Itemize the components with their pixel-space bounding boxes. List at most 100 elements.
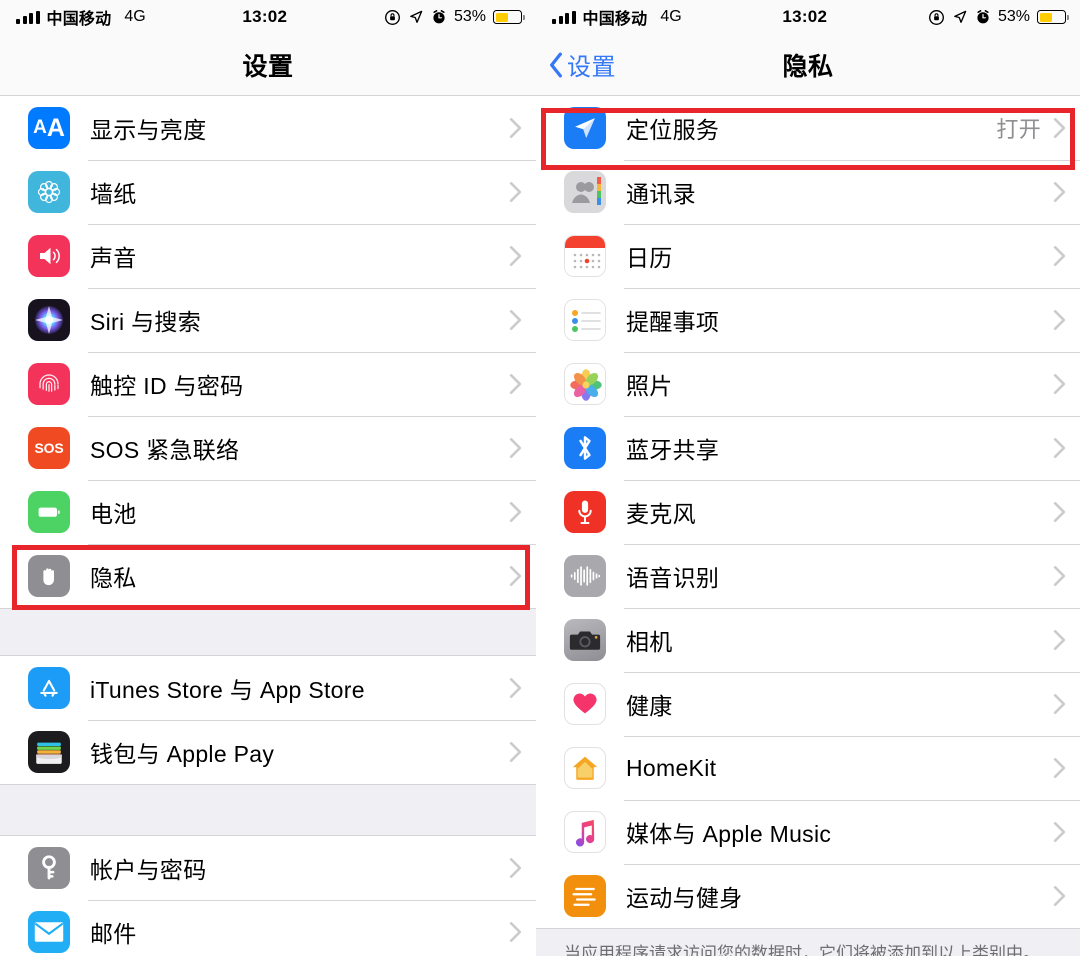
chevron-right-icon: [1053, 886, 1066, 906]
status-bar-left-group: 中国移动 4G: [16, 5, 146, 29]
chevron-right-icon: [1053, 246, 1066, 266]
section-gap: [0, 608, 536, 656]
privacy-row-homekit[interactable]: HomeKit: [536, 736, 1080, 800]
status-bar-right-group: 53%: [928, 8, 1069, 26]
row-label: Siri 与搜索: [90, 309, 202, 335]
location-arrow-icon: [954, 10, 967, 23]
location-arrow-icon: [410, 10, 423, 23]
row-label: SOS 紧急联络: [90, 437, 240, 463]
photos-icon: [564, 363, 606, 405]
chevron-right-icon: [1053, 118, 1066, 138]
row-label: 帐户与密码: [90, 857, 207, 883]
health-icon: [564, 683, 606, 725]
row-label: 显示与亮度: [90, 117, 207, 143]
section-gap: [0, 784, 536, 836]
settings-row-battery[interactable]: 电池: [0, 480, 536, 544]
network-type-label: 4G: [124, 8, 146, 25]
camera-icon: [564, 619, 606, 661]
privacy-row-microphone[interactable]: 麦克风: [536, 480, 1080, 544]
nav-bar-right: 设置 隐私: [536, 34, 1080, 96]
battery-icon: [493, 10, 525, 24]
privacy-row-calendar[interactable]: 日历: [536, 224, 1080, 288]
settings-row-display-brightness[interactable]: AA 显示与亮度: [0, 96, 536, 160]
privacy-row-reminders[interactable]: 提醒事项: [536, 288, 1080, 352]
row-label: 邮件: [90, 921, 137, 947]
privacy-row-speech-recognition[interactable]: 语音识别: [536, 544, 1080, 608]
row-label: 声音: [90, 245, 137, 271]
settings-row-sounds[interactable]: 声音: [0, 224, 536, 288]
status-bar-right-group: 53%: [384, 8, 525, 26]
privacy-footnote: 当应用程序请求访问您的数据时，它们将被添加到以上类别中。: [536, 928, 1080, 956]
chevron-right-icon: [1053, 630, 1066, 650]
row-label: 钱包与 Apple Pay: [90, 741, 275, 767]
privacy-row-media-apple-music[interactable]: 媒体与 Apple Music: [536, 800, 1080, 864]
settings-section-2: iTunes Store 与 App Store 钱包与 Apple Pay: [0, 656, 536, 784]
chevron-right-icon: [1053, 182, 1066, 202]
privacy-section: 定位服务 打开 通讯录 日历 提醒事项 照片 蓝牙共享 麦克风 语音识别 相机 …: [536, 96, 1080, 928]
wallet-apple-pay-icon: [28, 731, 70, 773]
row-label: 蓝牙共享: [626, 437, 720, 463]
row-label: 运动与健身: [626, 885, 743, 911]
calendar-icon: [564, 235, 606, 277]
touch-id-passcode-icon: [28, 363, 70, 405]
back-button[interactable]: 设置: [536, 47, 616, 82]
speech-recognition-icon: [564, 555, 606, 597]
siri-search-icon: [28, 299, 70, 341]
location-services-icon: [564, 107, 606, 149]
signal-bars-icon: [16, 10, 40, 24]
row-label: 麦克风: [626, 501, 696, 527]
row-label: 日历: [626, 245, 673, 271]
clock-label: 13:02: [242, 7, 288, 26]
row-label: 触控 ID 与密码: [90, 373, 244, 399]
settings-row-itunes-app-store[interactable]: iTunes Store 与 App Store: [0, 656, 536, 720]
chevron-left-icon: [550, 52, 562, 77]
chevron-right-icon: [509, 566, 522, 586]
chevron-right-icon: [1053, 758, 1066, 778]
battery-percent-label: 53%: [453, 8, 486, 25]
privacy-row-bluetooth-sharing[interactable]: 蓝牙共享: [536, 416, 1080, 480]
settings-row-touch-id[interactable]: 触控 ID 与密码: [0, 352, 536, 416]
privacy-row-health[interactable]: 健康: [536, 672, 1080, 736]
two-phone-screenshots: 中国移动 4G 13:02 53% 设置 A A 显示与亮度 墙纸 声音 Sir…: [0, 0, 1080, 956]
microphone-icon: [564, 491, 606, 533]
sos-emergency-icon: SOS: [28, 427, 70, 469]
privacy-row-motion-fitness[interactable]: 运动与健身: [536, 864, 1080, 928]
row-label: 通讯录: [626, 181, 696, 207]
row-label: 语音识别: [626, 565, 720, 591]
status-bar-left: 中国移动 4G 13:02 53%: [0, 0, 536, 34]
settings-row-wallet-apple-pay[interactable]: 钱包与 Apple Pay: [0, 720, 536, 784]
settings-row-privacy[interactable]: 隐私: [0, 544, 536, 608]
row-value: 打开: [996, 117, 1041, 142]
chevron-right-icon: [509, 502, 522, 522]
settings-screen: 中国移动 4G 13:02 53% 设置 A A 显示与亮度 墙纸 声音 Sir…: [0, 0, 536, 956]
chevron-right-icon: [1053, 438, 1066, 458]
motion-fitness-icon: [564, 875, 606, 917]
chevron-right-icon: [509, 922, 522, 942]
privacy-row-location-services[interactable]: 定位服务 打开: [536, 96, 1080, 160]
battery-percent-label: 53%: [997, 8, 1030, 25]
settings-row-mail[interactable]: 邮件: [0, 900, 536, 956]
settings-row-wallpaper[interactable]: 墙纸: [0, 160, 536, 224]
nav-bar-left: 设置: [0, 34, 536, 96]
settings-row-siri-search[interactable]: Siri 与搜索: [0, 288, 536, 352]
privacy-row-photos[interactable]: 照片: [536, 352, 1080, 416]
settings-row-sos[interactable]: SOS SOS 紧急联络: [0, 416, 536, 480]
chevron-right-icon: [1053, 566, 1066, 586]
row-label: 墙纸: [90, 181, 137, 207]
rotation-lock-icon: [928, 9, 944, 25]
row-label: 提醒事项: [626, 309, 720, 335]
status-bar-left-group: 中国移动 4G: [552, 5, 682, 29]
privacy-row-camera[interactable]: 相机: [536, 608, 1080, 672]
settings-row-accounts-passwords[interactable]: 帐户与密码: [0, 836, 536, 900]
privacy-row-contacts[interactable]: 通讯录: [536, 160, 1080, 224]
accounts-passwords-key-icon: [28, 847, 70, 889]
contacts-icon: [564, 171, 606, 213]
chevron-right-icon: [1053, 694, 1066, 714]
carrier-label: 中国移动: [46, 11, 112, 28]
privacy-screen: 中国移动 4G 13:02 53% 设置 隐私 定位服务 打开 通讯录 日历 提…: [536, 0, 1080, 956]
wallpaper-icon: [28, 171, 70, 213]
media-apple-music-icon: [564, 811, 606, 853]
row-label: 电池: [90, 501, 137, 527]
back-button-label: 设置: [567, 54, 616, 81]
chevron-right-icon: [509, 182, 522, 202]
